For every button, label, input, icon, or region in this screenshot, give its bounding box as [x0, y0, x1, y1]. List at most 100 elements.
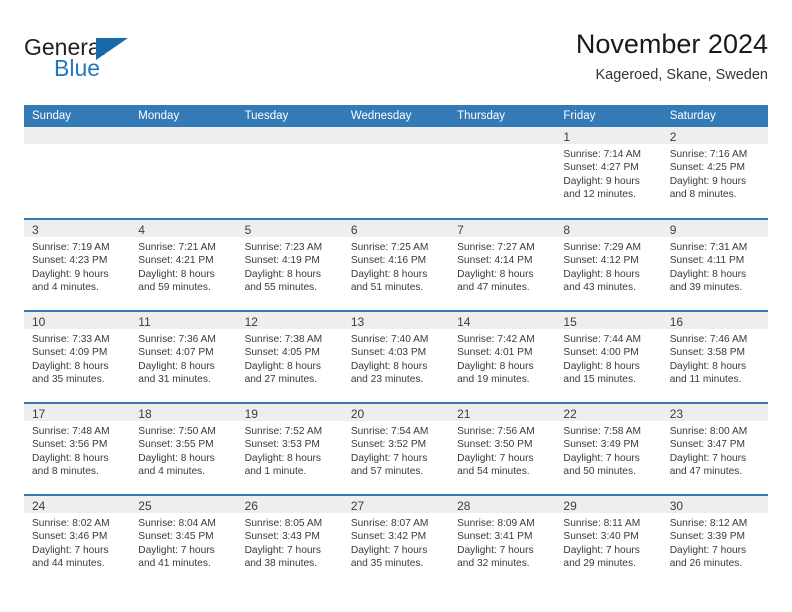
daylight-line-cont: and 41 minutes. — [138, 558, 211, 570]
calendar-day-cell[interactable]: 9 Sunrise: 7:31 AM Sunset: 4:11 PM Daylight… — [661, 218, 768, 311]
day-number: 13 — [350, 315, 365, 329]
daylight-line-cont: and 29 minutes. — [563, 558, 636, 570]
calendar-page: General Blue November 2024 Kageroed, Ska… — [0, 0, 792, 612]
calendar-day-cell[interactable]: 22 Sunrise: 7:58 AM Sunset: 3:49 PM Dayligh… — [555, 402, 662, 495]
daylight-line-cont: and 47 minutes. — [669, 466, 743, 478]
day-number: 10 — [32, 315, 46, 329]
day-number: 12 — [244, 315, 258, 329]
day-details: Sunrise: 7:42 AM Sunset: 4:01 PM Daylight:… — [449, 329, 555, 387]
sunrise-line: Sunrise: 7:38 AM — [244, 334, 323, 345]
calendar-day-cell[interactable]: 28 Sunrise: 8:09 AM Sunset: 3:41 PM Dayligh… — [449, 494, 556, 587]
daylight-line: Daylight: 9 hours — [669, 175, 747, 187]
day-details: Sunrise: 7:38 AM Sunset: 4:05 PM Daylight:… — [237, 329, 343, 387]
calendar-day-cell[interactable]: 23 Sunrise: 8:00 AM Sunset: 3:47 PM Dayligh… — [661, 402, 768, 495]
sunset-line: Sunset: 3:47 PM — [669, 439, 746, 451]
daylight-line: Daylight: 8 hours — [457, 360, 534, 372]
calendar-day-cell[interactable]: 15 Sunrise: 7:44 AM Sunset: 4:00 PM Dayligh… — [555, 310, 662, 403]
calendar-day-cell[interactable]: 14 Sunrise: 7:42 AM Sunset: 4:01 PM Dayligh… — [449, 310, 556, 403]
sunrise-line: Sunrise: 7:14 AM — [563, 149, 641, 160]
daylight-line: Daylight: 8 hours — [138, 268, 215, 280]
daylight-line: Daylight: 8 hours — [244, 360, 322, 372]
calendar-day-cell[interactable]: 7 Sunrise: 7:27 AM Sunset: 4:14 PM Daylight… — [449, 218, 556, 311]
calendar-day-cell[interactable]: 25 Sunrise: 8:04 AM Sunset: 3:45 PM Dayligh… — [130, 494, 237, 587]
day-details: Sunrise: 7:58 AM Sunset: 3:49 PM Daylight:… — [555, 421, 661, 479]
day-number: 9 — [669, 223, 677, 237]
day-number-strip: 8 — [555, 220, 662, 237]
day-number: 2 — [669, 130, 677, 144]
calendar-day-cell[interactable]: 10 Sunrise: 7:33 AM Sunset: 4:09 PM Dayligh… — [24, 310, 131, 403]
sunset-line: Sunset: 3:40 PM — [563, 531, 639, 543]
calendar-day-cell[interactable]: 5 Sunrise: 7:23 AM Sunset: 4:19 PM Daylight… — [236, 218, 343, 311]
calendar-day-cell[interactable]: 18 Sunrise: 7:50 AM Sunset: 3:55 PM Dayligh… — [130, 402, 237, 495]
day-details: Sunrise: 7:46 AM Sunset: 3:58 PM Daylight:… — [662, 329, 768, 387]
daylight-line: Daylight: 8 hours — [138, 452, 215, 464]
daylight-line: Daylight: 8 hours — [350, 268, 428, 280]
calendar-week-row: 10 Sunrise: 7:33 AM Sunset: 4:09 PM Dayligh… — [24, 310, 768, 403]
daylight-line-cont: and 15 minutes. — [563, 374, 636, 386]
daylight-line: Daylight: 8 hours — [669, 268, 747, 280]
calendar-day-cell[interactable]: 2 Sunrise: 7:16 AM Sunset: 4:25 PM Daylight… — [661, 127, 768, 219]
general-blue-logo[interactable]: General Blue — [24, 34, 224, 90]
day-details — [130, 144, 236, 148]
calendar-day-cell[interactable]: 13 Sunrise: 7:40 AM Sunset: 4:03 PM Dayligh… — [342, 310, 450, 403]
daylight-line: Daylight: 8 hours — [350, 360, 428, 372]
calendar-day-cell[interactable]: 19 Sunrise: 7:52 AM Sunset: 3:53 PM Dayligh… — [236, 402, 343, 495]
day-number-strip: 2 — [661, 127, 768, 144]
weekday-header: Sunday Monday Tuesday Wednesday Thursday Frid… — [24, 105, 768, 127]
day-number-strip — [449, 127, 556, 144]
sunset-line: Sunset: 3:52 PM — [350, 439, 427, 451]
sunset-line: Sunset: 3:42 PM — [350, 531, 427, 543]
calendar-day-cell[interactable]: 12 Sunrise: 7:38 AM Sunset: 4:05 PM Dayligh… — [236, 310, 343, 403]
daylight-line-cont: and 8 minutes. — [669, 189, 737, 201]
calendar-week-row: 3 Sunrise: 7:19 AM Sunset: 4:23 PM Daylight… — [24, 218, 768, 311]
calendar-day-cell[interactable]: 24 Sunrise: 8:02 AM Sunset: 3:46 PM Dayligh… — [24, 494, 131, 587]
calendar-day-cell[interactable]: 4 Sunrise: 7:21 AM Sunset: 4:21 PM Daylight… — [130, 218, 237, 311]
calendar-day-cell[interactable]: 6 Sunrise: 7:25 AM Sunset: 4:16 PM Daylight… — [342, 218, 450, 311]
calendar-day-cell[interactable]: 8 Sunrise: 7:29 AM Sunset: 4:12 PM Daylight… — [555, 218, 662, 311]
calendar-body: 1 Sunrise: 7:14 AM Sunset: 4:27 PM Daylight… — [24, 127, 768, 587]
day-details: Sunrise: 7:40 AM Sunset: 4:03 PM Daylight:… — [343, 329, 449, 387]
weekday-header-cell: Tuesday — [236, 105, 343, 127]
sunrise-line: Sunrise: 8:09 AM — [457, 518, 535, 529]
day-number-strip: 21 — [449, 404, 556, 421]
sunrise-line: Sunrise: 8:00 AM — [669, 426, 748, 437]
day-details: Sunrise: 7:54 AM Sunset: 3:52 PM Daylight:… — [343, 421, 449, 479]
calendar-day-cell[interactable]: 26 Sunrise: 8:05 AM Sunset: 3:43 PM Dayligh… — [236, 494, 343, 587]
calendar-day-cell-empty — [236, 127, 343, 219]
sunset-line: Sunset: 4:12 PM — [563, 255, 639, 267]
sunset-line: Sunset: 3:39 PM — [669, 531, 746, 543]
daylight-line: Daylight: 7 hours — [350, 544, 428, 556]
daylight-line-cont: and 8 minutes. — [32, 466, 99, 478]
day-number: 8 — [563, 223, 571, 237]
day-number: 23 — [669, 407, 684, 421]
daylight-line: Daylight: 8 hours — [32, 360, 109, 372]
daylight-line-cont: and 39 minutes. — [669, 282, 743, 294]
daylight-line: Daylight: 7 hours — [457, 452, 534, 464]
calendar-day-cell[interactable]: 29 Sunrise: 8:11 AM Sunset: 3:40 PM Dayligh… — [555, 494, 662, 587]
daylight-line-cont: and 26 minutes. — [669, 558, 743, 570]
daylight-line-cont: and 50 minutes. — [563, 466, 636, 478]
calendar-day-cell[interactable]: 17 Sunrise: 7:48 AM Sunset: 3:56 PM Dayligh… — [24, 402, 131, 495]
daylight-line-cont: and 35 minutes. — [32, 374, 105, 386]
daylight-line-cont: and 4 minutes. — [32, 282, 99, 294]
day-details: Sunrise: 7:14 AM Sunset: 4:27 PM Daylight:… — [555, 144, 661, 202]
day-number: 11 — [138, 315, 151, 329]
calendar-day-cell[interactable]: 27 Sunrise: 8:07 AM Sunset: 3:42 PM Dayligh… — [342, 494, 450, 587]
day-number-strip: 27 — [342, 496, 450, 513]
calendar-day-cell[interactable]: 3 Sunrise: 7:19 AM Sunset: 4:23 PM Daylight… — [24, 218, 131, 311]
calendar-day-cell[interactable]: 20 Sunrise: 7:54 AM Sunset: 3:52 PM Dayligh… — [342, 402, 450, 495]
calendar-day-cell[interactable]: 1 Sunrise: 7:14 AM Sunset: 4:27 PM Daylight… — [555, 127, 662, 219]
calendar-day-cell[interactable]: 16 Sunrise: 7:46 AM Sunset: 3:58 PM Dayligh… — [661, 310, 768, 403]
day-number: 29 — [563, 499, 577, 513]
calendar-day-cell[interactable]: 21 Sunrise: 7:56 AM Sunset: 3:50 PM Dayligh… — [449, 402, 556, 495]
calendar-day-cell-empty — [342, 127, 450, 219]
sunset-line: Sunset: 3:53 PM — [244, 439, 320, 451]
calendar-week-row: 1 Sunrise: 7:14 AM Sunset: 4:27 PM Daylight… — [24, 127, 768, 219]
day-number-strip: 1 — [555, 127, 662, 144]
sunrise-line: Sunrise: 8:07 AM — [350, 518, 429, 529]
calendar-day-cell[interactable]: 30 Sunrise: 8:12 AM Sunset: 3:39 PM Dayligh… — [661, 494, 768, 587]
sunset-line: Sunset: 3:55 PM — [138, 439, 214, 451]
day-number-strip: 26 — [236, 496, 343, 513]
calendar-day-cell[interactable]: 11 Sunrise: 7:36 AM Sunset: 4:07 PM Dayligh… — [130, 310, 237, 403]
calendar-day-cell-empty — [130, 127, 237, 219]
